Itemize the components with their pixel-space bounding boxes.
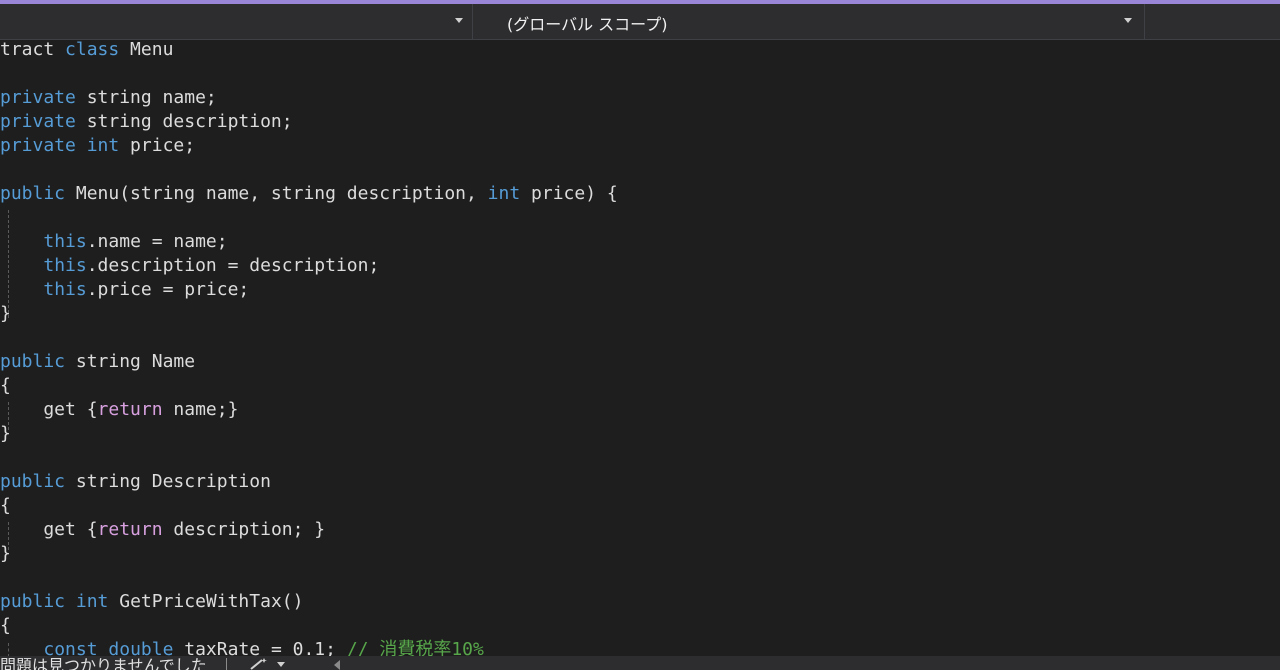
code-line[interactable]: tract class Menu xyxy=(0,40,173,62)
code-token: Menu xyxy=(119,40,174,60)
code-line[interactable]: public string Description xyxy=(0,470,271,494)
scope-dropdown[interactable]: (グローバル スコープ) xyxy=(473,4,1145,39)
code-token: .price = price; xyxy=(86,279,250,300)
code-token: private xyxy=(0,87,76,108)
code-token: int xyxy=(86,135,120,156)
status-message: 問題は見つかりませんでした xyxy=(0,656,207,670)
code-token: price) { xyxy=(520,183,618,204)
code-token: { xyxy=(0,615,11,636)
code-token: } xyxy=(0,423,11,444)
code-line[interactable]: get {return name;} xyxy=(0,398,238,422)
code-token: string Name xyxy=(65,351,196,372)
chevron-down-icon[interactable] xyxy=(455,18,463,23)
code-token: public xyxy=(0,351,66,372)
code-token: .description = description; xyxy=(86,255,380,276)
code-line[interactable]: { xyxy=(0,494,11,518)
code-token: private xyxy=(0,135,76,156)
code-token: this xyxy=(43,231,87,252)
code-token: return xyxy=(97,519,163,540)
code-token: // 消費税率10% xyxy=(346,639,484,656)
code-line[interactable]: private string description; xyxy=(0,110,293,134)
code-token: price; xyxy=(119,135,196,156)
code-line[interactable]: } xyxy=(0,542,11,566)
code-token: double xyxy=(108,639,174,656)
code-line[interactable]: private string name; xyxy=(0,86,217,110)
code-token: string description; xyxy=(75,111,293,132)
code-token: int xyxy=(487,183,521,204)
code-token: get { xyxy=(0,519,98,540)
scroll-left-icon[interactable] xyxy=(334,660,340,670)
status-bar: 問題は見つかりませんでした xyxy=(0,656,1280,670)
code-token: } xyxy=(0,543,11,564)
chevron-down-icon[interactable] xyxy=(277,662,285,667)
wand-icon[interactable] xyxy=(248,657,270,670)
code-line[interactable]: public string Name xyxy=(0,350,195,374)
code-token: { xyxy=(0,375,11,396)
code-token: public xyxy=(0,471,66,492)
code-token: string Description xyxy=(65,471,271,492)
navigation-bar: (グローバル スコープ) xyxy=(0,4,1280,40)
code-token: get { xyxy=(0,399,98,420)
code-token: public xyxy=(0,183,66,204)
code-line[interactable]: { xyxy=(0,374,11,398)
code-token: class xyxy=(65,40,120,60)
status-separator xyxy=(226,658,227,670)
code-line[interactable]: this.description = description; xyxy=(0,254,379,278)
code-token: taxRate = 0.1; xyxy=(173,639,347,656)
code-line[interactable]: public int GetPriceWithTax() xyxy=(0,590,303,614)
code-line[interactable]: public Menu(string name, string descript… xyxy=(0,182,618,206)
scope-dropdown-value: (グローバル スコープ) xyxy=(507,15,668,34)
code-token: this xyxy=(43,255,87,276)
code-editor[interactable]: tract class Menu private string name; priv… xyxy=(0,40,1280,656)
code-line[interactable]: this.price = price; xyxy=(0,278,249,302)
code-line[interactable]: } xyxy=(0,422,11,446)
member-dropdown[interactable] xyxy=(0,4,473,39)
code-line[interactable]: const double taxRate = 0.1; // 消費税率10% xyxy=(0,638,484,656)
code-line[interactable]: this.name = name; xyxy=(0,230,228,254)
code-line[interactable]: private int price; xyxy=(0,134,195,158)
code-token: Menu(string name, string description, xyxy=(65,183,488,204)
code-token: name;} xyxy=(162,399,239,420)
code-token: GetPriceWithTax() xyxy=(108,591,304,612)
code-token: tract xyxy=(0,40,66,60)
code-line[interactable]: { xyxy=(0,614,11,638)
code-token: private xyxy=(0,111,76,132)
code-token: description; } xyxy=(162,519,326,540)
code-token: { xyxy=(0,495,11,516)
chevron-down-icon[interactable] xyxy=(1124,18,1132,23)
code-token: this xyxy=(43,279,87,300)
code-token: int xyxy=(75,591,109,612)
code-line[interactable]: } xyxy=(0,302,11,326)
code-line[interactable]: get {return description; } xyxy=(0,518,325,542)
code-token: public xyxy=(0,591,66,612)
code-token: } xyxy=(0,303,11,324)
code-token: string name; xyxy=(75,87,217,108)
code-token: return xyxy=(97,399,163,420)
code-token: .name = name; xyxy=(86,231,228,252)
code-token: const xyxy=(43,639,98,656)
